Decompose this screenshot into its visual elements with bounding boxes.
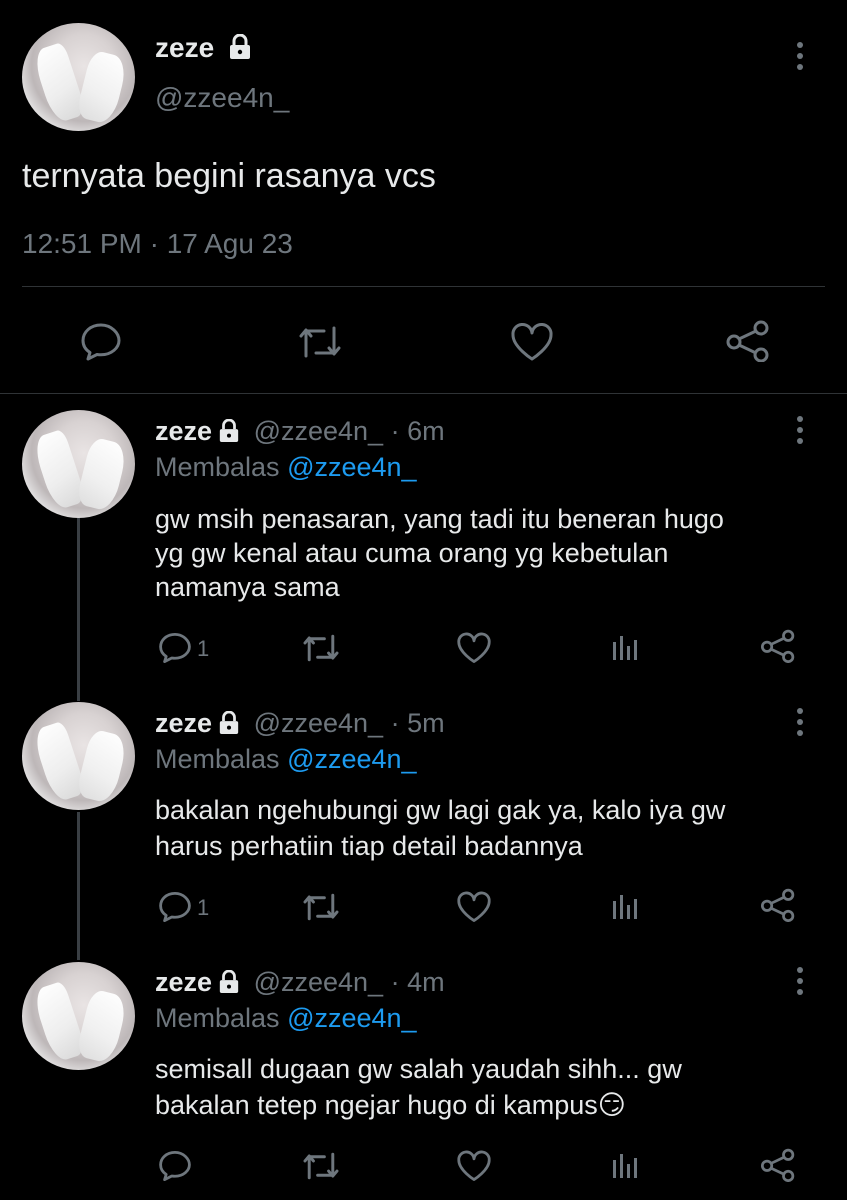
replying-handle-link[interactable]: @zzee4n_ (287, 1003, 417, 1033)
display-name[interactable]: zeze (155, 416, 212, 446)
avatar[interactable] (22, 702, 135, 810)
reply-icon[interactable] (158, 632, 192, 664)
more-options-icon[interactable] (796, 708, 804, 741)
like-icon[interactable] (456, 891, 492, 923)
reply-header: zeze @zzee4n_ · 6m (155, 416, 445, 450)
analytics-icon[interactable] (611, 632, 639, 662)
analytics-icon[interactable] (611, 891, 639, 921)
replying-to: Membalas @zzee4n_ (155, 744, 417, 775)
more-options-icon[interactable] (796, 416, 804, 449)
reply-count: 1 (197, 636, 210, 661)
reply-text: semisall dugaan gw salah yaudah sihh... … (155, 1051, 682, 1123)
reply-text-line: bakalan tetep ngejar hugo di kampus😏 (155, 1090, 626, 1120)
display-name[interactable]: zeze (155, 708, 212, 738)
replying-to: Membalas @zzee4n_ (155, 1003, 417, 1034)
replying-label: Membalas (155, 1003, 280, 1033)
more-options-icon[interactable] (796, 42, 804, 75)
replying-label: Membalas (155, 744, 280, 774)
replying-to: Membalas @zzee4n_ (155, 452, 417, 483)
reply-text-line: yg gw kenal atau cuma orang yg kebetulan (155, 538, 669, 568)
tweet-text: ternyata begini rasanya vcs (22, 157, 436, 195)
reply-header: zeze @zzee4n_ · 4m (155, 967, 445, 1001)
reply-text-line: namanya sama (155, 572, 340, 602)
reply-text-line: gw msih penasaran, yang tadi itu beneran… (155, 504, 724, 534)
reply-icon[interactable] (80, 322, 122, 362)
replying-handle-link[interactable]: @zzee4n_ (287, 452, 417, 482)
reply-time[interactable]: · 4m (391, 967, 445, 997)
display-name[interactable]: zeze (155, 32, 214, 63)
divider (22, 286, 825, 287)
thread-line (77, 496, 80, 701)
replying-label: Membalas (155, 452, 280, 482)
reply-icon[interactable] (158, 891, 192, 923)
share-icon[interactable] (725, 320, 771, 362)
lock-icon (218, 969, 240, 1001)
reply-header: zeze @zzee4n_ · 5m (155, 708, 445, 742)
handle[interactable]: @zzee4n_ (254, 708, 384, 738)
reply-text: gw msih penasaran, yang tadi itu beneran… (155, 502, 724, 604)
retweet-icon[interactable] (302, 891, 340, 923)
avatar[interactable] (22, 23, 135, 131)
display-name[interactable]: zeze (155, 967, 212, 997)
like-icon[interactable] (456, 1150, 492, 1182)
replying-handle-link[interactable]: @zzee4n_ (287, 744, 417, 774)
reply-count: 1 (197, 895, 210, 920)
share-icon[interactable] (760, 888, 796, 922)
retweet-icon[interactable] (302, 1150, 340, 1182)
divider (0, 393, 847, 394)
reply-time[interactable]: · 5m (391, 708, 445, 738)
lock-icon (228, 33, 252, 67)
handle[interactable]: @zzee4n_ (254, 967, 384, 997)
avatar[interactable] (22, 410, 135, 518)
like-icon[interactable] (510, 322, 554, 362)
reply-text-line: semisall dugaan gw salah yaudah sihh... … (155, 1054, 682, 1084)
tweet-timestamp[interactable]: 12:51 PM · 17 Agu 23 (22, 228, 293, 260)
display-name-row[interactable]: zeze (155, 32, 252, 67)
reply-time[interactable]: · 6m (391, 416, 445, 446)
more-options-icon[interactable] (796, 967, 804, 1000)
reply-icon[interactable] (158, 1150, 192, 1182)
share-icon[interactable] (760, 629, 796, 663)
thread-line (77, 812, 80, 960)
handle[interactable]: @zzee4n_ (155, 82, 289, 114)
share-icon[interactable] (760, 1148, 796, 1182)
retweet-icon[interactable] (298, 323, 342, 361)
lock-icon (218, 710, 240, 742)
lock-icon (218, 418, 240, 450)
reply-text-line: harus perhatiin tiap detail badannya (155, 831, 583, 861)
like-icon[interactable] (456, 632, 492, 664)
reply-text-line: bakalan ngehubungi gw lagi gak ya, kalo … (155, 795, 726, 825)
retweet-icon[interactable] (302, 632, 340, 664)
avatar[interactable] (22, 962, 135, 1070)
reply-text: bakalan ngehubungi gw lagi gak ya, kalo … (155, 792, 725, 864)
analytics-icon[interactable] (611, 1150, 639, 1180)
handle[interactable]: @zzee4n_ (254, 416, 384, 446)
